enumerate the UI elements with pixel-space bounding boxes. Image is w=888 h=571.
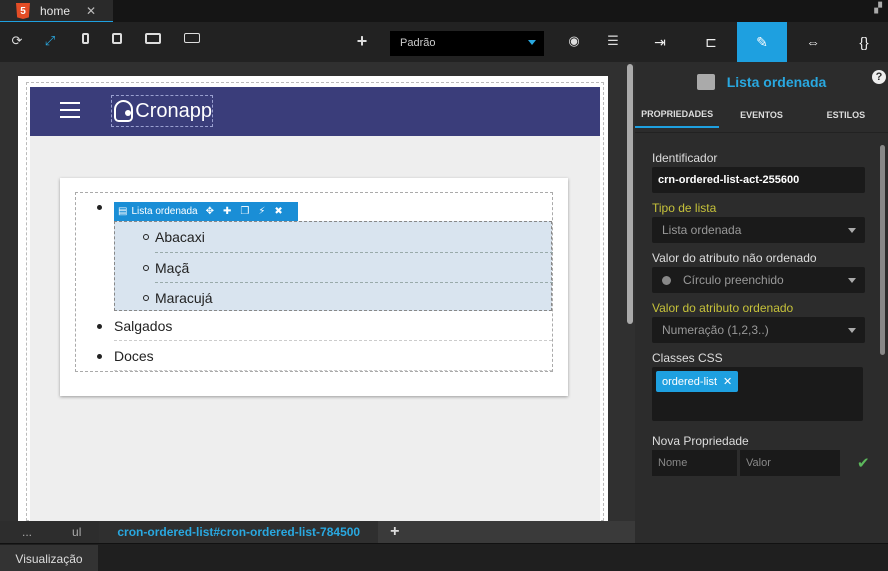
chevron-down-icon [848,278,856,283]
circle-bullet [143,234,149,240]
chevron-down-icon [848,228,856,233]
breadcrumb-item[interactable]: ul [54,521,100,543]
panel-title: Lista ordenada [635,68,888,96]
add-icon[interactable]: + [352,31,372,51]
css-class-tag[interactable]: ordered-list ✕ [656,371,739,392]
ordered-attr-select[interactable]: Numeração (1,2,3..) [652,317,865,343]
ordered-list-component[interactable]: Abacaxi Maçã Maracujá [114,221,553,312]
refresh-icon[interactable]: ⟳ [7,31,27,51]
list-item[interactable]: Abacaxi [143,222,553,252]
copy-icon[interactable]: ❐ [240,206,249,217]
component-toolbar: ▤ Lista ordenada ✥ ✚ ❐ ⚡ ✖ [114,202,298,221]
bullet [97,205,102,210]
tab-properties[interactable]: PROPRIEDADES [635,102,720,128]
css-classes-field[interactable]: ordered-list ✕ [652,367,863,421]
list-icon: ▤ [118,206,128,217]
cloud-icon [114,100,134,122]
list-item[interactable]: Maçã [143,252,553,282]
magic-icon[interactable]: ⚡ [258,206,265,217]
list-item-text: Abacaxi [155,229,205,245]
tab-styles[interactable]: ESTILOS [804,102,888,128]
list-item-text: Doces [114,347,154,364]
breadcrumb-item-active[interactable]: cron-ordered-list#cron-ordered-list-7845… [99,521,379,543]
ordered-attr-value: Numeração (1,2,3..) [662,323,769,337]
chevron-down-icon [848,328,856,333]
css-classes-label: Classes CSS [652,351,723,365]
tab-strip: 5 home ✕ ▞ [0,0,888,23]
maximize-icon[interactable]: ▞ [874,3,882,14]
circle-bullet [143,294,149,301]
tab-home[interactable]: 5 home ✕ [0,0,113,22]
identifier-label: Identificador [652,151,718,165]
close-icon[interactable]: ✕ [723,375,732,388]
property-name-input[interactable]: Nome [652,450,737,476]
move-icon[interactable]: ✥ [206,206,214,217]
monitor-icon[interactable] [184,33,200,43]
list-item[interactable]: Salgados [114,311,552,341]
app-header[interactable]: Cronapp [30,87,600,136]
check-icon[interactable]: ✔ [857,454,870,472]
unordered-attr-select[interactable]: Círculo preenchido [652,267,865,293]
panel-title-text: Lista ordenada [726,74,827,90]
add-icon[interactable]: + [390,523,399,541]
html5-icon: 5 [16,3,30,19]
list-item-text: Maracujá [155,289,213,306]
hide-icon[interactable]: ◉ [564,31,584,51]
database-icon[interactable]: ☰ [603,31,623,51]
circle-icon [662,275,671,285]
bullet [97,324,102,329]
list-item-text: Salgados [114,317,173,334]
editor-toolbar: ⟳ ⤢ + Padrão ◉ ☰ [0,22,635,62]
breadcrumb: ... ul cron-ordered-list#cron-ordered-li… [0,521,635,543]
new-property-label: Nova Propriedade [652,434,749,448]
scrollbar-thumb[interactable] [627,64,633,324]
theme-select-value: Padrão [400,37,436,49]
tab-events[interactable]: EVENTOS [719,102,803,128]
panel-tabs: PROPRIEDADES EVENTOS ESTILOS [635,102,888,128]
properties-panel: Lista ordenada ? PROPRIEDADES EVENTOS ES… [635,62,888,543]
phone-icon[interactable] [82,33,89,44]
resize-icon[interactable]: ⇔ [788,22,838,62]
code-icon[interactable]: {} [839,22,888,62]
delete-icon[interactable]: ✖ [274,206,282,217]
list-icon [696,74,715,90]
identifier-field[interactable]: crn-ordered-list-act-255600 [652,167,865,193]
list-item[interactable]: Maracujá [143,282,553,312]
panel-toolbar: ⇥ ⊏ ✎ ⇔ {} [635,22,888,62]
ordered-attr-label: Valor do atributo ordenado [652,301,794,315]
list-type-select[interactable]: Lista ordenada [652,217,865,243]
list-item[interactable]: Doces [114,341,552,371]
menu-icon[interactable] [60,102,80,118]
breadcrumb-item[interactable]: ... [0,521,55,543]
export-icon[interactable]: ⇥ [635,22,685,62]
help-icon[interactable]: ? [872,70,886,84]
brand-logo[interactable]: Cronapp [111,95,213,127]
close-icon[interactable]: ✕ [86,4,96,18]
unordered-attr-label: Valor do atributo não ordenado [652,251,817,265]
list-type-label: Tipo de lista [652,201,717,215]
expand-icon[interactable]: ⤢ [40,31,60,51]
bullet [97,354,102,359]
bottom-bar: Visualização [0,543,888,571]
circle-bullet [143,264,149,271]
list-type-value: Lista ordenada [662,223,742,237]
property-value-input[interactable]: Valor [740,450,840,476]
theme-select[interactable]: Padrão [390,31,544,56]
tab-label: home [40,4,71,18]
add-icon[interactable]: ✚ [223,206,231,217]
tree-icon[interactable]: ⊏ [686,22,736,62]
css-class-name: ordered-list [662,375,718,388]
edit-icon[interactable]: ✎ [737,22,787,62]
desktop-icon[interactable] [145,33,161,44]
component-label: Lista ordenada [131,206,198,217]
tablet-icon[interactable] [112,33,122,44]
divider [635,132,888,133]
tab-preview[interactable]: Visualização [0,545,98,571]
unordered-attr-value: Círculo preenchido [683,273,784,287]
panel-scrollbar[interactable] [880,145,885,355]
list-item-text: Maçã [155,259,190,276]
brand-name: Cronapp [135,99,212,122]
chevron-down-icon [528,40,536,45]
canvas-scrollbar[interactable] [626,62,634,521]
